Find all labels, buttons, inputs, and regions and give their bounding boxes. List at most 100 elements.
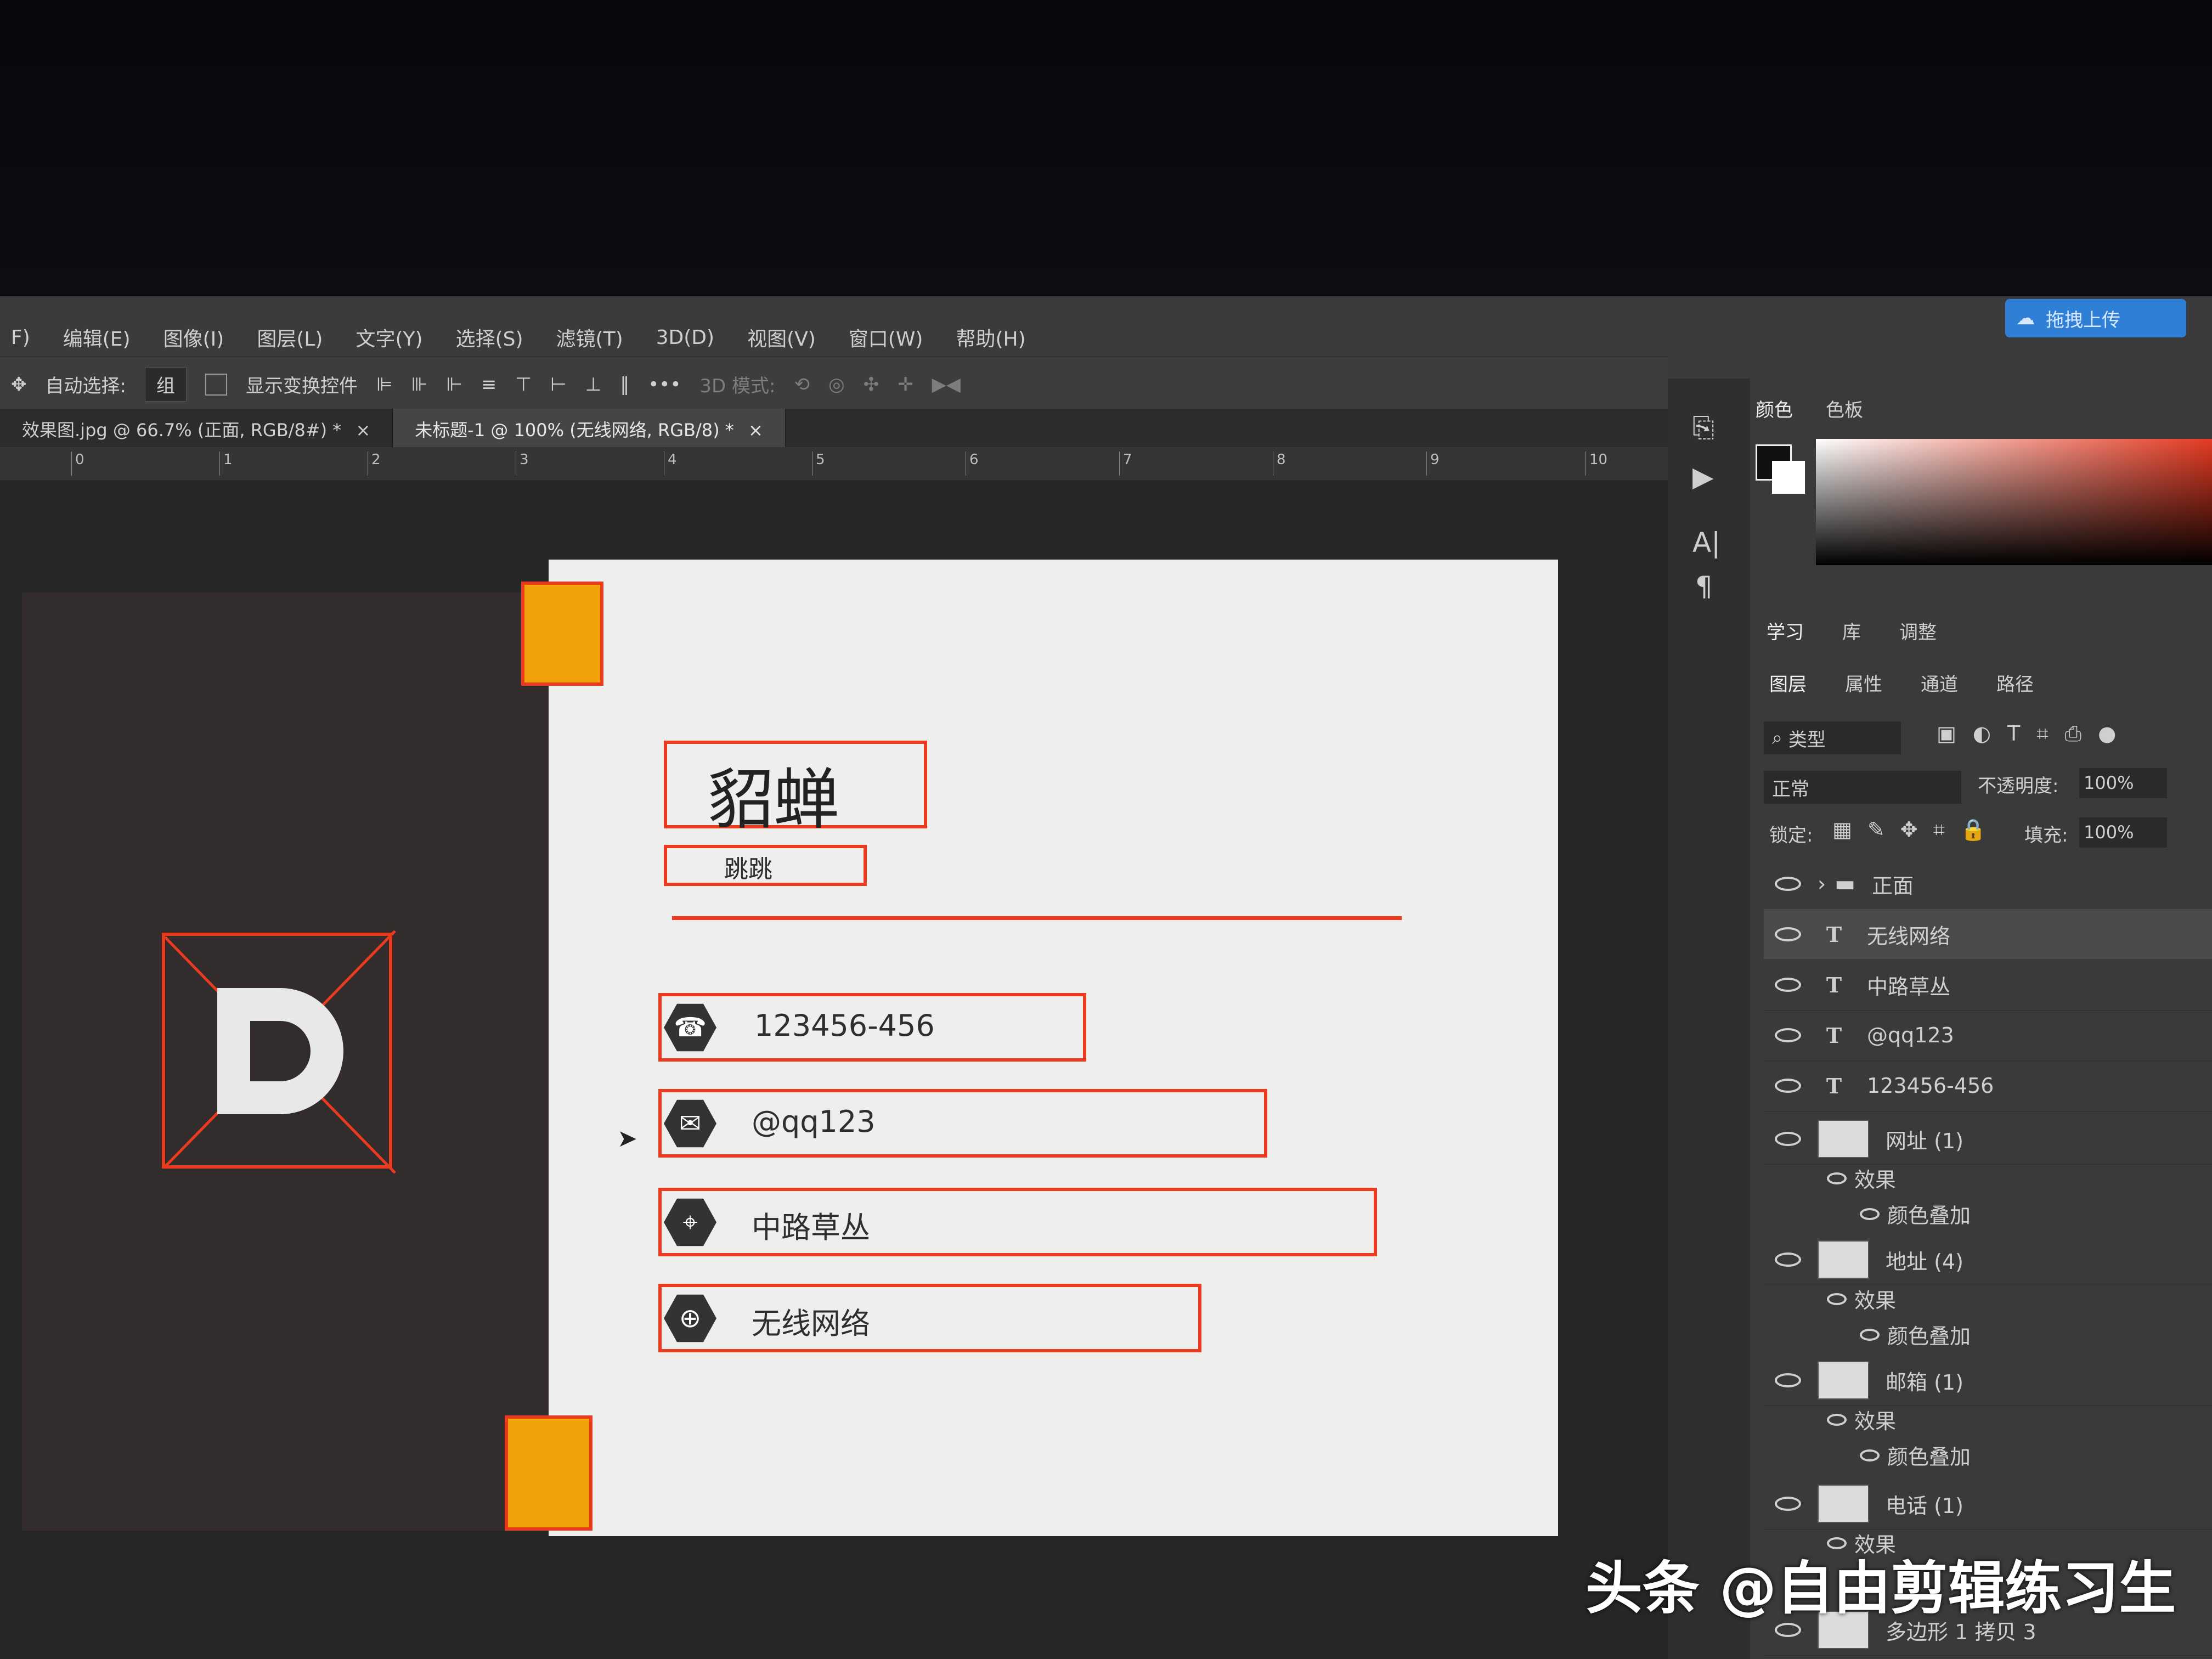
tab-channels[interactable]: 通道 [1921,669,1958,696]
align-left-icon[interactable]: ⊫ [376,374,393,396]
menu-filter[interactable]: 滤镜(T) [556,323,623,352]
menu-select[interactable]: 选择(S) [456,323,523,352]
tab-paths[interactable]: 路径 [1996,669,2034,696]
visibility-eye-icon[interactable] [1860,1449,1880,1462]
fill-input[interactable]: 100% [2079,817,2167,848]
visibility-eye-icon[interactable] [1775,1028,1801,1042]
visibility-eye-icon[interactable] [1827,1413,1847,1426]
align-bottom-icon[interactable]: ⊥ [585,374,602,396]
visibility-eye-icon[interactable] [1860,1328,1880,1341]
blend-mode-dropdown[interactable]: 正常 [1764,771,1961,804]
visibility-eye-icon[interactable] [1775,1497,1801,1511]
3d-rotate-icon[interactable]: ⟲ [794,374,810,396]
folder-icon: ▬ [1835,871,1855,896]
visibility-eye-icon[interactable] [1775,877,1801,891]
auto-select-dropdown[interactable]: 组 [144,367,187,402]
visibility-eye-icon[interactable] [1827,1172,1847,1184]
tab-learn[interactable]: 学习 [1767,617,1804,644]
character-icon[interactable]: A| [1692,527,1720,558]
visibility-eye-icon[interactable] [1775,927,1801,941]
email-frame[interactable] [658,1089,1267,1158]
corner-frame[interactable] [505,1415,592,1531]
align-top-icon[interactable]: ⊤ [515,374,532,396]
more-options-button[interactable]: ••• [648,374,681,396]
menu-edit[interactable]: 编辑(E) [63,323,131,352]
layer-row-text[interactable]: T 中路草丛 [1764,960,2212,1011]
ruler-tick: 10 [1585,452,1607,476]
layer-row-smart[interactable]: 地址 (4) [1764,1234,2212,1285]
layer-row-smart[interactable]: 邮箱 (1) [1764,1355,2212,1406]
menu-type[interactable]: 文字(Y) [356,323,422,352]
tab-effect-jpg[interactable]: 效果图.jpg @ 66.7% (正面, RGB/8#) * × [0,409,393,447]
card-front[interactable]: 貂蝉 跳跳 ☎ 123456-456 ✉ @qq123 ⌖ 中路草丛 ⊕ 无线网… [505,560,1558,1536]
effects-label: 效果 [1854,1289,1897,1313]
menu-help[interactable]: 帮助(H) [956,323,1025,352]
visibility-eye-icon[interactable] [1827,1293,1847,1305]
visibility-eye-icon[interactable] [1775,1079,1801,1093]
align-middle-icon[interactable]: ⊢ [550,374,567,396]
corner-frame[interactable] [521,582,603,686]
menu-3d[interactable]: 3D(D) [656,326,714,349]
layer-filter-icons[interactable]: ▣◐T⌗⎙● [1937,721,2132,746]
menu-image[interactable]: 图像(I) [163,323,224,352]
visibility-eye-icon[interactable] [1860,1207,1880,1220]
effects-row[interactable]: 效果 [1827,1404,1896,1435]
visibility-eye-icon[interactable] [1775,978,1801,992]
color-overlay-row[interactable]: 颜色叠加 [1860,1440,1971,1470]
visibility-eye-icon[interactable] [1775,1132,1801,1146]
layer-row-smart[interactable]: 电话 (1) [1764,1479,2212,1530]
distribute-icon[interactable]: ≡ [481,374,497,396]
logo-frame[interactable] [162,930,396,1174]
lock-icons[interactable]: ▦✎✥⌗🔒 [1832,817,2001,842]
align-center-icon[interactable]: ⊪ [411,374,428,396]
tab-adjustments[interactable]: 调整 [1899,617,1937,644]
watermark: 头条 @自由剪辑练习生 [1585,1555,2176,1622]
show-transform-checkbox[interactable] [205,373,227,396]
opacity-input[interactable]: 100% [2079,768,2167,798]
visibility-eye-icon[interactable] [1775,1623,1801,1637]
history-icon[interactable]: ⎘ [1692,411,1714,444]
tab-swatches[interactable]: 色板 [1826,395,1863,422]
paragraph-icon[interactable]: ¶ [1695,571,1713,602]
play-icon[interactable]: ▶ [1692,461,1713,493]
layer-row-text[interactable]: T 123456-456 [1764,1060,2212,1111]
chevron-right-icon[interactable]: › [1818,872,1826,896]
ruler-tick: 3 [516,452,529,476]
card-back[interactable] [22,592,554,1531]
visibility-eye-icon[interactable] [1775,1373,1801,1387]
tab-untitled-1[interactable]: 未标题-1 @ 100% (无线网络, RGB/8) * × [393,409,786,447]
3d-camera-icon[interactable]: ▶◀ [932,374,961,396]
visibility-eye-icon[interactable] [1775,1252,1801,1267]
3d-pan-icon[interactable]: ✣ [864,374,879,396]
effects-row[interactable]: 效果 [1827,1163,1896,1193]
layer-row-text[interactable]: T @qq123 [1764,1010,2212,1061]
3d-roll-icon[interactable]: ◎ [828,374,845,396]
close-icon[interactable]: × [356,420,370,441]
tab-color[interactable]: 颜色 [1756,395,1793,422]
menu-window[interactable]: 窗口(W) [849,323,923,352]
3d-slide-icon[interactable]: ✛ [898,374,913,396]
color-overlay-row[interactable]: 颜色叠加 [1860,1319,1971,1350]
layer-filter-dropdown[interactable]: ⌕ 类型 [1764,721,1901,754]
menu-view[interactable]: 视图(V) [747,323,816,352]
layer-name: 123456-456 [1867,1074,1994,1098]
cloud-upload-label: 拖拽上传 [2046,309,2120,331]
cloud-upload-button[interactable]: ☁ 拖拽上传 [2005,299,2186,337]
layer-row-text-selected[interactable]: T 无线网络 [1764,909,2212,960]
background-color-swatch[interactable] [1772,461,1805,494]
effects-row[interactable]: 效果 [1827,1284,1896,1314]
tab-libraries[interactable]: 库 [1842,617,1861,644]
close-icon[interactable]: × [748,420,763,441]
menu-layer[interactable]: 图层(L) [257,323,323,352]
tab-properties[interactable]: 属性 [1845,669,1882,696]
layer-row-smart[interactable]: 网址 (1) [1764,1114,2212,1165]
distribute-vertical-icon[interactable]: ‖ [620,374,629,396]
menu-file[interactable]: F) [11,326,30,349]
tab-layers[interactable]: 图层 [1769,669,1807,696]
web-frame[interactable] [658,1284,1201,1352]
align-right-icon[interactable]: ⊩ [446,374,462,396]
color-picker-field[interactable] [1816,439,2212,565]
color-overlay-row[interactable]: 颜色叠加 [1860,1199,1971,1229]
layer-row-folder[interactable]: › ▬ 正面 [1764,859,2212,910]
layer-name: 邮箱 (1) [1886,1370,1963,1395]
